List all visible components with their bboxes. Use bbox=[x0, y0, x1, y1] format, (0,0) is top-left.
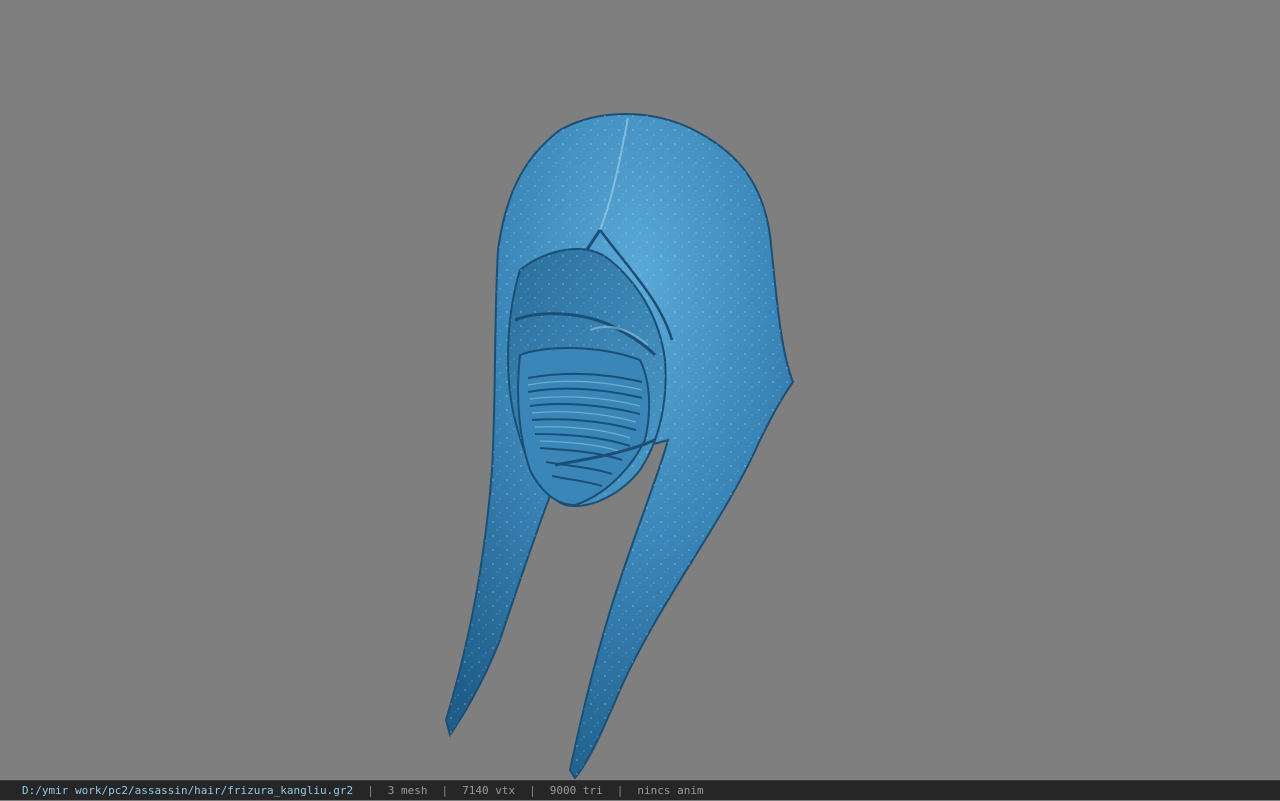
triangle-count: 9000 tri bbox=[549, 784, 603, 797]
status-bar: D:/ymir work/pc2/assassin/hair/frizura_k… bbox=[0, 780, 1280, 800]
3d-viewport[interactable] bbox=[0, 0, 1280, 780]
separator: | bbox=[367, 784, 374, 797]
mesh-count: 3 mesh bbox=[387, 784, 428, 797]
separator: | bbox=[616, 784, 624, 797]
animation-status: nincs anim bbox=[637, 784, 704, 797]
hooded-mask-model bbox=[444, 113, 795, 780]
file-path: D:/ymir work/pc2/assassin/hair/frizura_k… bbox=[22, 784, 354, 797]
separator: | bbox=[529, 784, 536, 797]
separator: | bbox=[441, 784, 449, 797]
vertex-count: 7140 vtx bbox=[462, 784, 516, 797]
